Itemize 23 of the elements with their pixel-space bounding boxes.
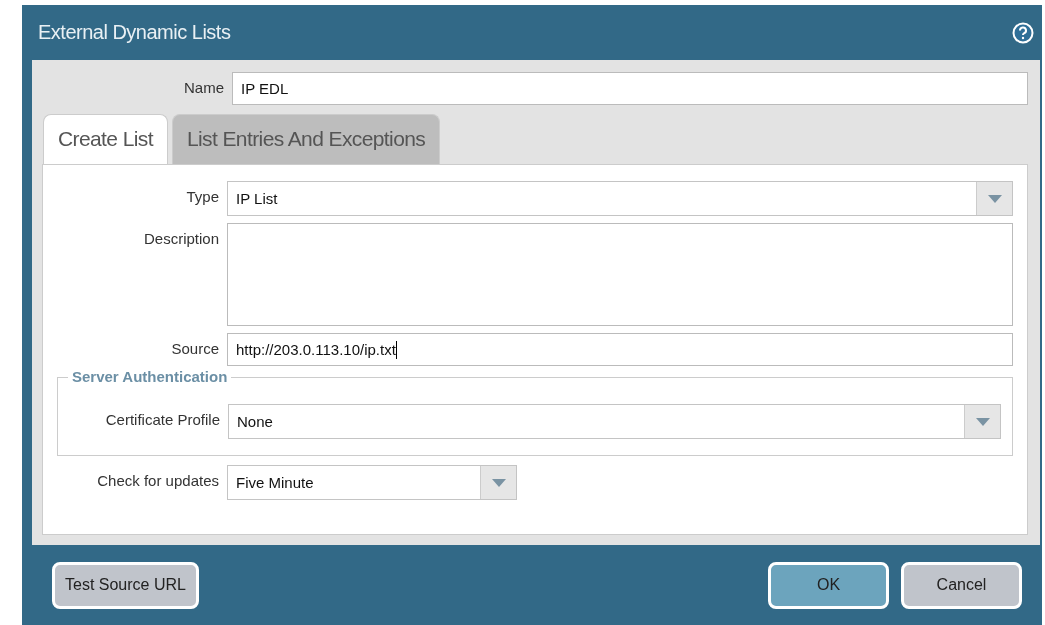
select-field[interactable]: None: [228, 404, 1001, 439]
field-label: Source: [170, 339, 219, 357]
field-label: Check for updates: [96, 471, 219, 489]
dropdown-caret-icon[interactable]: [964, 405, 1000, 438]
dropdown-caret-icon[interactable]: [976, 182, 1012, 215]
tab[interactable]: List Entries And Exceptions: [171, 114, 441, 164]
window-title: External Dynamic Lists: [38, 21, 231, 44]
select-field[interactable]: IP List: [227, 181, 1013, 216]
input-field[interactable]: http://203.0.113.10/ip.txt: [227, 333, 1013, 366]
tab[interactable]: Create List: [43, 114, 168, 164]
dialog-button[interactable]: Cancel: [901, 561, 1022, 609]
description-field[interactable]: [227, 223, 1013, 326]
help-icon[interactable]: [1012, 21, 1034, 44]
field-label: Certificate Profile: [104, 410, 220, 428]
field-label: Name: [183, 78, 224, 96]
dialog-button[interactable]: OK: [768, 561, 889, 609]
dropdown-caret-icon[interactable]: [480, 466, 516, 499]
input-field[interactable]: IP EDL: [232, 72, 1028, 105]
field-label: Description: [142, 229, 219, 247]
field-label: Type: [185, 187, 219, 205]
select-field[interactable]: Five Minute: [227, 465, 517, 500]
dialog-button[interactable]: Test Source URL: [52, 561, 199, 609]
fieldset-legend: Server Authentication: [68, 368, 232, 385]
